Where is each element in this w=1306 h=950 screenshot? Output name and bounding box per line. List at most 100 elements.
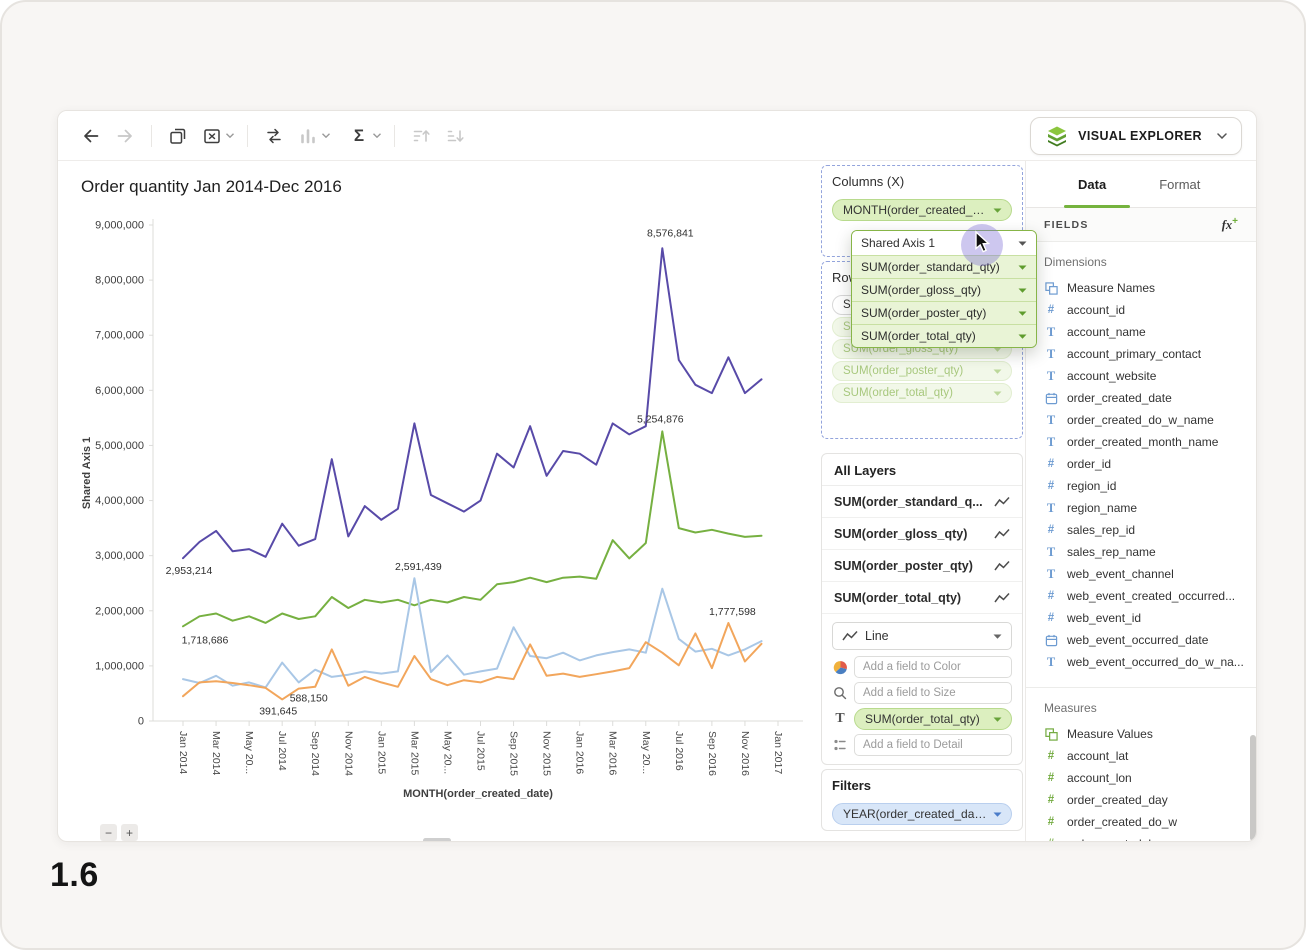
x-tick-label: May 20...	[441, 731, 453, 774]
version-label: 1.6	[50, 856, 99, 895]
x-tick-label: Sep 2016	[706, 731, 718, 776]
size-icon	[832, 686, 848, 700]
series-sum-order-standard-qty[interactable]	[183, 431, 762, 626]
field-account-lon[interactable]: #account_lon	[1026, 767, 1257, 789]
chevron-down-icon	[993, 391, 1002, 396]
sort-descending-button[interactable]	[442, 123, 468, 149]
field-sections: DimensionsMeasure Names#account_idTaccou…	[1026, 255, 1257, 842]
number-icon: #	[1044, 838, 1058, 842]
fields-bar: FIELDS fx+	[1026, 208, 1257, 242]
tab-format[interactable]: Format	[1159, 177, 1200, 192]
zoom-out-button[interactable]: −	[100, 824, 117, 841]
layer-sum-order-standard-q[interactable]: SUM(order_standard_q...	[822, 486, 1022, 518]
field-measure-names[interactable]: Measure Names	[1026, 277, 1257, 299]
field-web-event-occurred-date[interactable]: web_event_occurred_date	[1026, 629, 1257, 651]
fields-header: FIELDS	[1044, 219, 1089, 231]
field-region-name[interactable]: Tregion_name	[1026, 497, 1257, 519]
dropdown-item-sum-order-poster-qty[interactable]: SUM(order_poster_qty)	[852, 301, 1036, 324]
shared-axis-dropdown-header[interactable]: Shared Axis 1	[852, 231, 1036, 255]
chevron-down-icon[interactable]	[322, 133, 330, 138]
series-sum-order-total-qty[interactable]	[183, 248, 762, 558]
visual-explorer-window: Σ VISUAL EXPLORER Order quan	[57, 110, 1257, 842]
field-account-website[interactable]: Taccount_website	[1026, 365, 1257, 387]
pill-label: SUM(order_total_qty)	[865, 712, 987, 726]
sort-ascending-button[interactable]	[408, 123, 434, 149]
field-order-created-month-name[interactable]: Torder_created_month_name	[1026, 431, 1257, 453]
layer-sum-order-gloss-qty[interactable]: SUM(order_gloss_qty)	[822, 518, 1022, 550]
field-order-created-do-w[interactable]: #order_created_do_w	[1026, 811, 1257, 833]
field-account-primary-contact[interactable]: Taccount_primary_contact	[1026, 343, 1257, 365]
sidebar-scrollbar[interactable]	[1250, 735, 1256, 841]
series-sum-order-poster-qty[interactable]	[183, 623, 762, 699]
field-sales-rep-name[interactable]: Tsales_rep_name	[1026, 541, 1257, 563]
text-icon: T	[1044, 501, 1058, 516]
layer-sum-order-poster-qty[interactable]: SUM(order_poster_qty)	[822, 550, 1022, 582]
duplicate-chart-icon	[168, 126, 188, 146]
field-sales-rep-id[interactable]: #sales_rep_id	[1026, 519, 1257, 541]
layer-sum-order-total-qty[interactable]: SUM(order_total_qty)	[822, 582, 1022, 614]
field-region-id[interactable]: #region_id	[1026, 475, 1257, 497]
x-axis-title: MONTH(order_created_date)	[403, 788, 553, 800]
zoom-in-button[interactable]: +	[121, 824, 138, 841]
field-web-event-created-occurred[interactable]: #web_event_created_occurred...	[1026, 585, 1257, 607]
detail-drop-target[interactable]: Add a field to Detail	[854, 734, 1012, 756]
pill-sum-order-poster-qty[interactable]: SUM(order_poster_qty)	[832, 361, 1012, 381]
data-label: 391,645	[259, 705, 297, 717]
aggregate-button[interactable]: Σ	[346, 123, 372, 149]
dropdown-item-sum-order-total-qty[interactable]: SUM(order_total_qty)	[852, 324, 1036, 347]
field-order-id[interactable]: #order_id	[1026, 453, 1257, 475]
swap-axes-button[interactable]	[261, 123, 287, 149]
field-order-created-day[interactable]: #order_created_day	[1026, 789, 1257, 811]
tab-data[interactable]: Data	[1078, 177, 1106, 192]
field-measure-values[interactable]: Measure Values	[1026, 723, 1257, 745]
shared-axis-dropdown[interactable]: Shared Axis 1 SUM(order_standard_qty)SUM…	[851, 230, 1037, 348]
chevron-down-icon[interactable]	[373, 133, 381, 138]
order-quantity-chart[interactable]: 01,000,0002,000,0003,000,0004,000,0005,0…	[78, 211, 818, 811]
x-tick-label: Jan 2015	[375, 731, 387, 774]
series-sum-order-gloss-qty[interactable]	[183, 578, 762, 687]
size-drop-target[interactable]: Add a field to Size	[854, 682, 1012, 704]
chevron-down-icon	[1018, 241, 1027, 246]
back-button[interactable]	[78, 123, 104, 149]
clear-chart-button[interactable]	[199, 123, 225, 149]
layer-label: SUM(order_total_qty)	[834, 591, 986, 605]
field-account-name[interactable]: Taccount_name	[1026, 321, 1257, 343]
dropdown-item-sum-order-standard-qty[interactable]: SUM(order_standard_qty)	[852, 255, 1036, 278]
layer-label: SUM(order_poster_qty)	[834, 559, 986, 573]
visual-explorer-button[interactable]: VISUAL EXPLORER	[1030, 117, 1242, 155]
chevron-down-icon	[993, 634, 1002, 639]
chevron-down-icon[interactable]	[226, 133, 234, 138]
horizontal-scrollbar[interactable]	[423, 838, 451, 842]
text-icon: T	[1044, 435, 1058, 450]
x-tick-label: Jul 2016	[673, 731, 685, 771]
pill-sum-order-total-qty[interactable]: SUM(order_total_qty)	[854, 708, 1012, 730]
pill-sum-order-total-qty[interactable]: SUM(order_total_qty)	[832, 383, 1012, 403]
field-account-id[interactable]: #account_id	[1026, 299, 1257, 321]
size-well-row: Add a field to Size	[832, 682, 1012, 704]
dropdown-item-sum-order-gloss-qty[interactable]: SUM(order_gloss_qty)	[852, 278, 1036, 301]
field-order-created-do-w-name[interactable]: Torder_created_do_w_name	[1026, 409, 1257, 431]
field-order-created-hour[interactable]: #order_created_hour	[1026, 833, 1257, 842]
pill-label: YEAR(order_created_date)	[843, 807, 987, 821]
forward-button[interactable]	[112, 123, 138, 149]
field-label: sales_rep_name	[1067, 545, 1166, 559]
measure-stack-icon	[1044, 728, 1058, 741]
duplicate-chart-button[interactable]	[165, 123, 191, 149]
layer-rows: SUM(order_standard_q...SUM(order_gloss_q…	[822, 485, 1022, 614]
chart-type-button[interactable]	[295, 123, 321, 149]
add-calculated-field-button[interactable]: fx+	[1222, 216, 1238, 233]
field-label: account_lat	[1067, 749, 1138, 763]
filters-panel: Filters YEAR(order_created_date)	[821, 769, 1023, 831]
color-drop-target[interactable]: Add a field to Color	[854, 656, 1012, 678]
field-web-event-id[interactable]: #web_event_id	[1026, 607, 1257, 629]
chevron-down-icon	[1217, 133, 1227, 139]
field-web-event-channel[interactable]: Tweb_event_channel	[1026, 563, 1257, 585]
mark-type-select[interactable]: Line	[832, 622, 1012, 650]
field-web-event-occurred-do-w-na[interactable]: Tweb_event_occurred_do_w_na...	[1026, 651, 1257, 673]
pill-month-order-created-date[interactable]: MONTH(order_created_d...	[832, 199, 1012, 221]
field-label: web_event_channel	[1067, 567, 1184, 581]
clear-chart-icon	[202, 126, 222, 146]
field-account-lat[interactable]: #account_lat	[1026, 745, 1257, 767]
field-order-created-date[interactable]: order_created_date	[1026, 387, 1257, 409]
pill-year-order-created-date[interactable]: YEAR(order_created_date)	[832, 803, 1012, 825]
